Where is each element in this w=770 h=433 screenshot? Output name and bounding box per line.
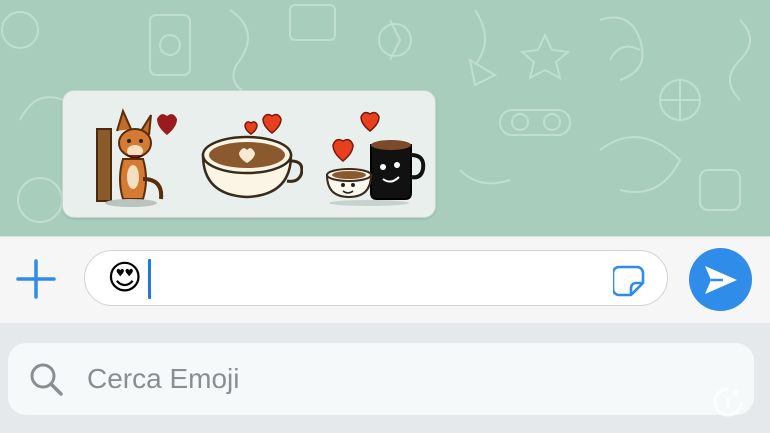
- emoji-search-placeholder: Cerca Emoji: [87, 363, 240, 394]
- sticker-icon[interactable]: [613, 263, 647, 297]
- coffee-mugs-love-sticker[interactable]: [319, 99, 429, 209]
- message-input[interactable]: 😍: [84, 250, 668, 306]
- send-icon: [705, 266, 737, 294]
- search-icon: [30, 363, 63, 396]
- fox-with-heart-sticker[interactable]: [71, 99, 181, 209]
- sticker-suggestions-panel: [62, 90, 436, 218]
- watermark-logo-icon: [713, 387, 743, 417]
- message-input-value: 😍: [107, 258, 143, 298]
- text-caret: [148, 259, 151, 299]
- attach-button[interactable]: [14, 257, 58, 301]
- chat-background: [0, 0, 770, 236]
- emoji-search-bar[interactable]: Cerca Emoji: [8, 343, 754, 415]
- send-button[interactable]: [689, 248, 752, 311]
- cappuccino-heart-sticker[interactable]: [193, 99, 303, 209]
- plus-icon: [16, 259, 56, 299]
